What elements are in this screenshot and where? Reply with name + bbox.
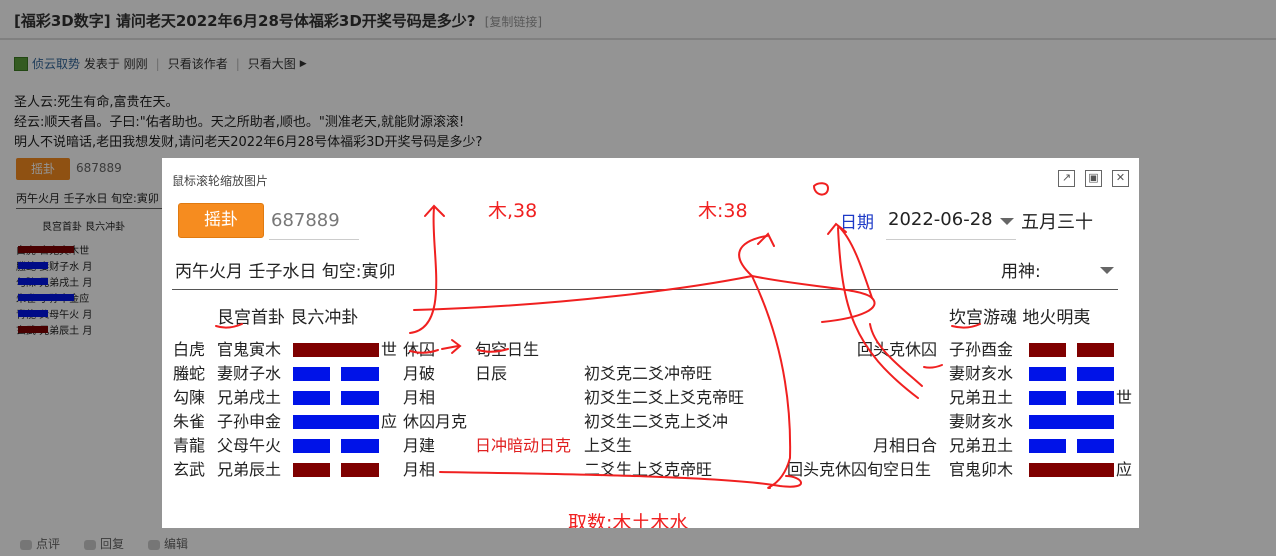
underline-stroke	[923, 364, 943, 369]
date-label: 日期	[840, 213, 874, 233]
curve-stroke	[409, 207, 438, 334]
curve-stroke	[837, 227, 919, 399]
open-new-window-icon[interactable]: ↗	[1058, 170, 1075, 187]
yin-line	[1077, 367, 1114, 381]
yin-line	[1029, 391, 1066, 405]
god-label: 勾陳	[173, 388, 206, 407]
yao-label: 兄弟丑土	[949, 388, 1014, 407]
yao-label: 兄弟辰土	[217, 460, 282, 479]
right-pre-text: 月相日合	[873, 436, 938, 455]
relation-text: 二爻生上爻克帝旺	[584, 460, 713, 479]
yang-line	[1029, 463, 1114, 477]
yao-label: 妻财亥水	[949, 412, 1014, 431]
god-label: 玄武	[173, 460, 206, 479]
yin-line	[1077, 439, 1114, 453]
fit-window-icon[interactable]: ▣	[1085, 170, 1102, 187]
yin-line	[1029, 367, 1066, 381]
curve-stroke	[837, 225, 873, 299]
yin-line	[1077, 391, 1114, 405]
yin-line	[341, 367, 379, 381]
yin-line	[1029, 439, 1066, 453]
yin-line	[341, 439, 379, 453]
right-gua-name: 坎宫游魂 地火明夷	[949, 308, 1091, 328]
relation-text: 初爻克二爻冲帝旺	[584, 364, 713, 383]
image-viewer-modal: 鼠标滚轮缩放图片 ↗ ▣ ✕ 摇卦 687889 日期 2022-06-28 五…	[162, 158, 1139, 528]
yin-line	[293, 367, 330, 381]
arrow-stroke	[451, 339, 462, 354]
left-gua-name: 艮宫首卦 艮六冲卦	[217, 308, 359, 328]
status-text: 休囚	[403, 340, 436, 359]
status-text: 月相	[403, 388, 436, 407]
close-icon[interactable]: ✕	[1112, 170, 1129, 187]
yang-line	[293, 343, 379, 357]
zoom-hint: 鼠标滚轮缩放图片	[172, 174, 269, 188]
date-select[interactable]: 2022-06-28	[886, 204, 1016, 240]
yao-label: 官鬼寅木	[217, 340, 282, 359]
note-text: 日辰	[475, 364, 508, 383]
yao-label: 子孙酉金	[949, 340, 1014, 359]
yao-label: 兄弟丑土	[949, 436, 1014, 455]
yin-line	[293, 439, 330, 453]
right-pre-text: 回头克休囚旬空日生	[787, 460, 932, 479]
relation-text: 初爻生二爻克上爻冲	[584, 412, 729, 431]
annotation-qushu: 取数:木土木水	[568, 512, 689, 528]
modal-controls: ↗ ▣ ✕	[1058, 170, 1129, 187]
curve-stroke	[751, 275, 876, 323]
chevron-down-icon[interactable]	[1000, 218, 1014, 225]
yao-label: 妻财子水	[217, 364, 282, 383]
yang-line	[293, 415, 379, 429]
arrow-stroke	[757, 232, 775, 247]
yao-label: 妻财亥水	[949, 364, 1014, 383]
status-text: 月相	[403, 460, 436, 479]
number-input[interactable]: 687889	[269, 204, 359, 240]
annotation-mu-38: 木,38	[488, 200, 538, 222]
yao-label: 兄弟戌土	[217, 388, 282, 407]
yao-label: 父母午火	[217, 436, 282, 455]
relation-text: 初爻生二爻上爻克帝旺	[584, 388, 745, 407]
lunar-date: 五月三十	[1021, 212, 1093, 233]
yin-line	[341, 391, 379, 405]
right-pre-text: 回头克休囚	[857, 340, 938, 359]
status-text: 月建	[403, 436, 436, 455]
note-text: 旬空日生	[475, 340, 540, 359]
relation-text: 上爻生	[584, 436, 633, 455]
yin-line	[1077, 343, 1114, 357]
status-text: 休囚月克	[403, 412, 468, 431]
yang-line	[1029, 415, 1114, 429]
ying-mark: 应	[381, 412, 398, 431]
yongshen-label: 用神:	[1001, 262, 1041, 282]
shi-mark: 世	[381, 340, 398, 359]
ying-mark: 应	[1116, 460, 1133, 479]
god-label: 白虎	[173, 340, 206, 359]
annotation-mu-38: 木:38	[698, 200, 748, 222]
note-text: 日冲暗动日克	[475, 436, 572, 455]
god-label: 青龍	[173, 436, 206, 455]
god-label: 朱雀	[173, 412, 206, 431]
yin-line	[293, 391, 330, 405]
status-text: 月破	[403, 364, 436, 383]
circle-stroke	[813, 182, 830, 196]
god-label: 螣蛇	[173, 364, 206, 383]
yao-label: 官鬼卯木	[949, 460, 1014, 479]
shake-button[interactable]: 摇卦	[178, 203, 264, 238]
chevron-down-icon[interactable]	[1100, 267, 1114, 274]
shi-mark: 世	[1116, 388, 1133, 407]
yao-label: 子孙申金	[217, 412, 282, 431]
curve-stroke	[738, 235, 768, 277]
divider	[172, 289, 1118, 290]
arrow-stroke	[424, 204, 445, 217]
yin-line	[293, 463, 330, 477]
yin-line	[1029, 343, 1066, 357]
ganzhi-line: 丙午火月 壬子水日 旬空:寅卯	[175, 262, 396, 282]
yin-line	[341, 463, 379, 477]
arrow-stroke	[441, 345, 459, 350]
